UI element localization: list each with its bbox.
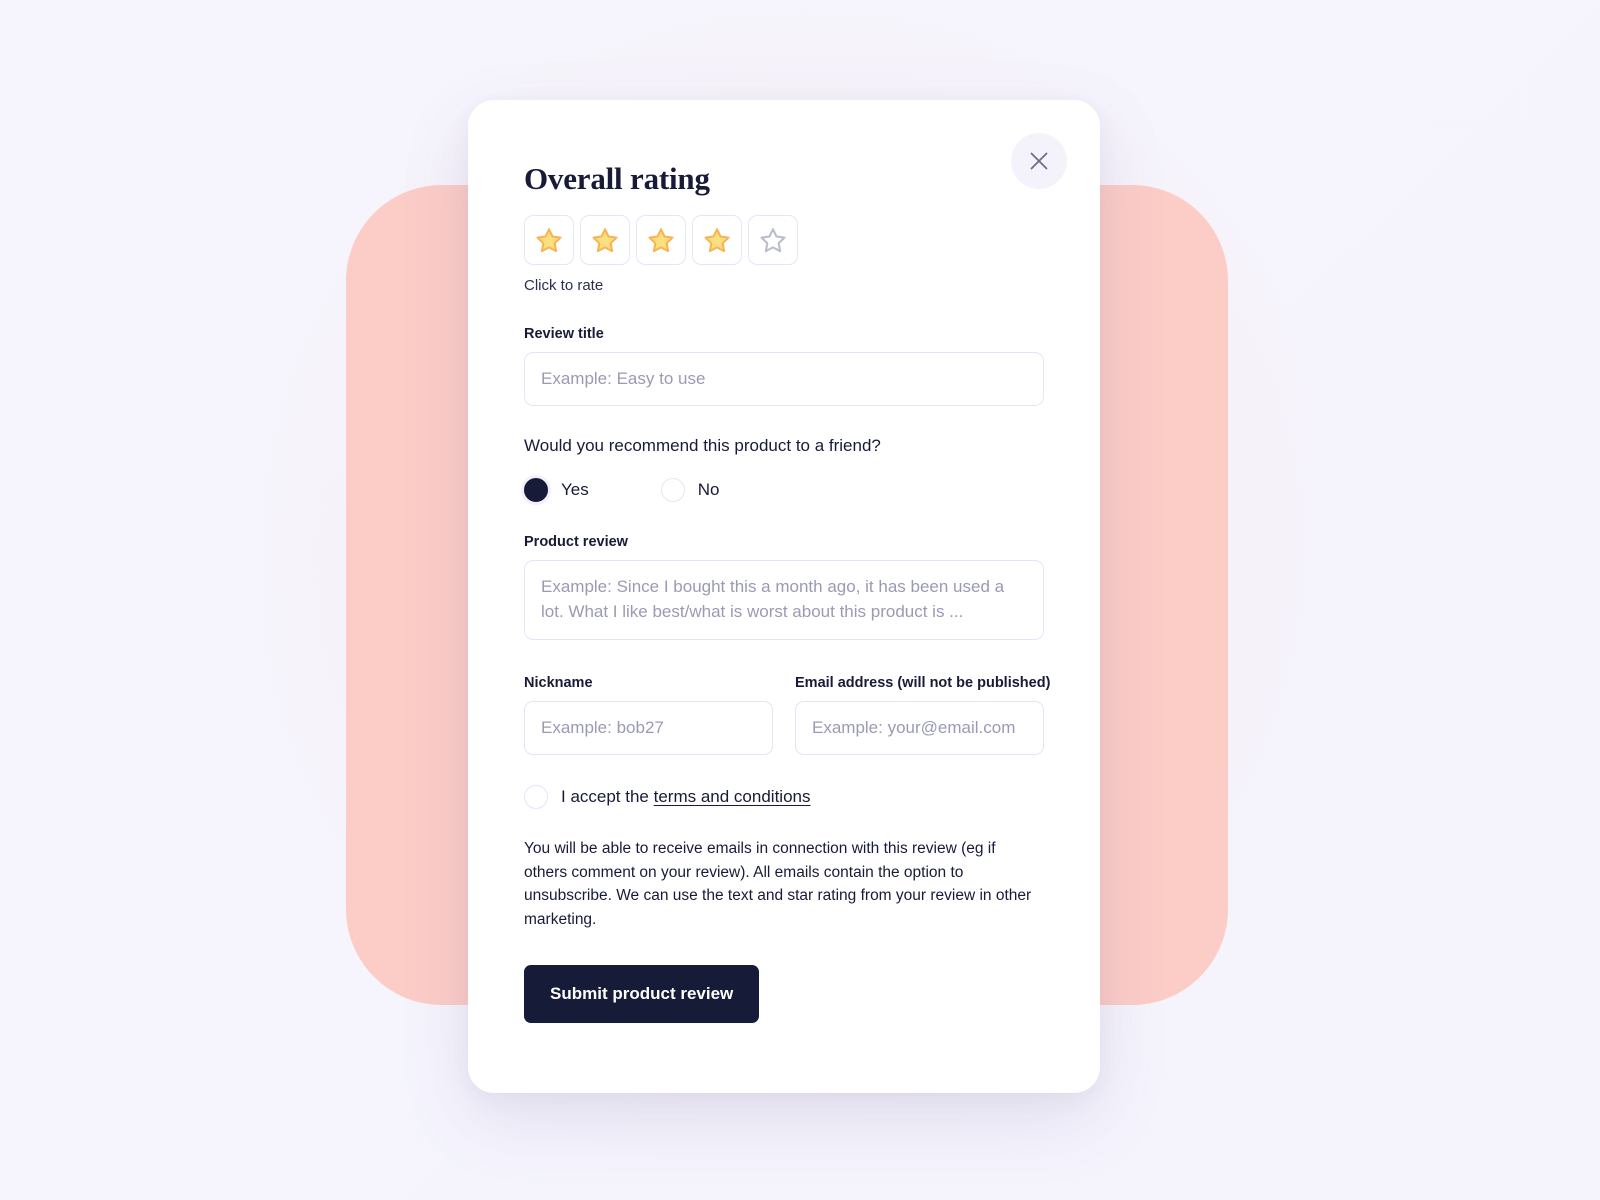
recommend-group: Would you recommend this product to a fr… bbox=[524, 436, 1044, 503]
product-review-textarea[interactable] bbox=[524, 560, 1044, 641]
radio-option-yes[interactable]: Yes bbox=[524, 478, 589, 503]
star-rating-4[interactable] bbox=[692, 215, 742, 266]
terms-checkbox[interactable] bbox=[524, 785, 548, 810]
review-modal: Overall rating Click to rate Review titl… bbox=[468, 100, 1100, 1093]
radio-label-yes: Yes bbox=[561, 480, 589, 500]
email-input[interactable] bbox=[795, 701, 1044, 756]
star-filled-icon bbox=[646, 226, 676, 255]
star-rating-3[interactable] bbox=[636, 215, 686, 266]
star-filled-icon bbox=[534, 226, 564, 255]
nickname-group: Nickname bbox=[524, 675, 773, 756]
nickname-label: Nickname bbox=[524, 675, 593, 692]
radio-dot-no[interactable] bbox=[660, 478, 685, 503]
star-filled-icon bbox=[590, 226, 620, 255]
terms-text-prefix: I accept the bbox=[561, 787, 654, 807]
rating-hint: Click to rate bbox=[524, 277, 604, 295]
star-rating-group[interactable] bbox=[524, 215, 1044, 266]
radio-label-no: No bbox=[697, 480, 720, 500]
product-review-label: Product review bbox=[524, 534, 628, 551]
star-rating-1[interactable] bbox=[524, 215, 574, 266]
email-label: Email address (will not be published) bbox=[795, 675, 1051, 692]
review-title-input[interactable] bbox=[524, 352, 1044, 407]
submit-product-review-button[interactable]: Submit product review bbox=[524, 965, 760, 1024]
page-title: Overall rating bbox=[524, 161, 710, 196]
radio-option-no[interactable]: No bbox=[660, 478, 720, 503]
star-filled-icon bbox=[702, 226, 732, 255]
radio-dot-yes[interactable] bbox=[524, 478, 548, 503]
star-rating-2[interactable] bbox=[580, 215, 630, 266]
review-title-label: Review title bbox=[524, 326, 604, 343]
terms-text: I accept the terms and conditions bbox=[561, 787, 811, 807]
recommend-radio-group[interactable]: Yes No bbox=[524, 478, 1044, 503]
nickname-input[interactable] bbox=[524, 701, 773, 756]
identity-fields-row: Nickname Email address (will not be publ… bbox=[524, 675, 1051, 756]
star-rating-5[interactable] bbox=[748, 215, 798, 266]
terms-checkbox-row[interactable]: I accept the terms and conditions bbox=[524, 785, 1044, 810]
terms-and-conditions-link[interactable]: terms and conditions bbox=[654, 787, 811, 806]
email-group: Email address (will not be published) bbox=[795, 675, 1051, 756]
legal-disclaimer: You will be able to receive emails in co… bbox=[524, 840, 1032, 928]
star-outline-icon bbox=[758, 226, 788, 255]
product-review-group: Product review bbox=[524, 534, 1044, 645]
review-title-group: Review title bbox=[524, 326, 1044, 407]
recommend-question: Would you recommend this product to a fr… bbox=[524, 436, 881, 456]
